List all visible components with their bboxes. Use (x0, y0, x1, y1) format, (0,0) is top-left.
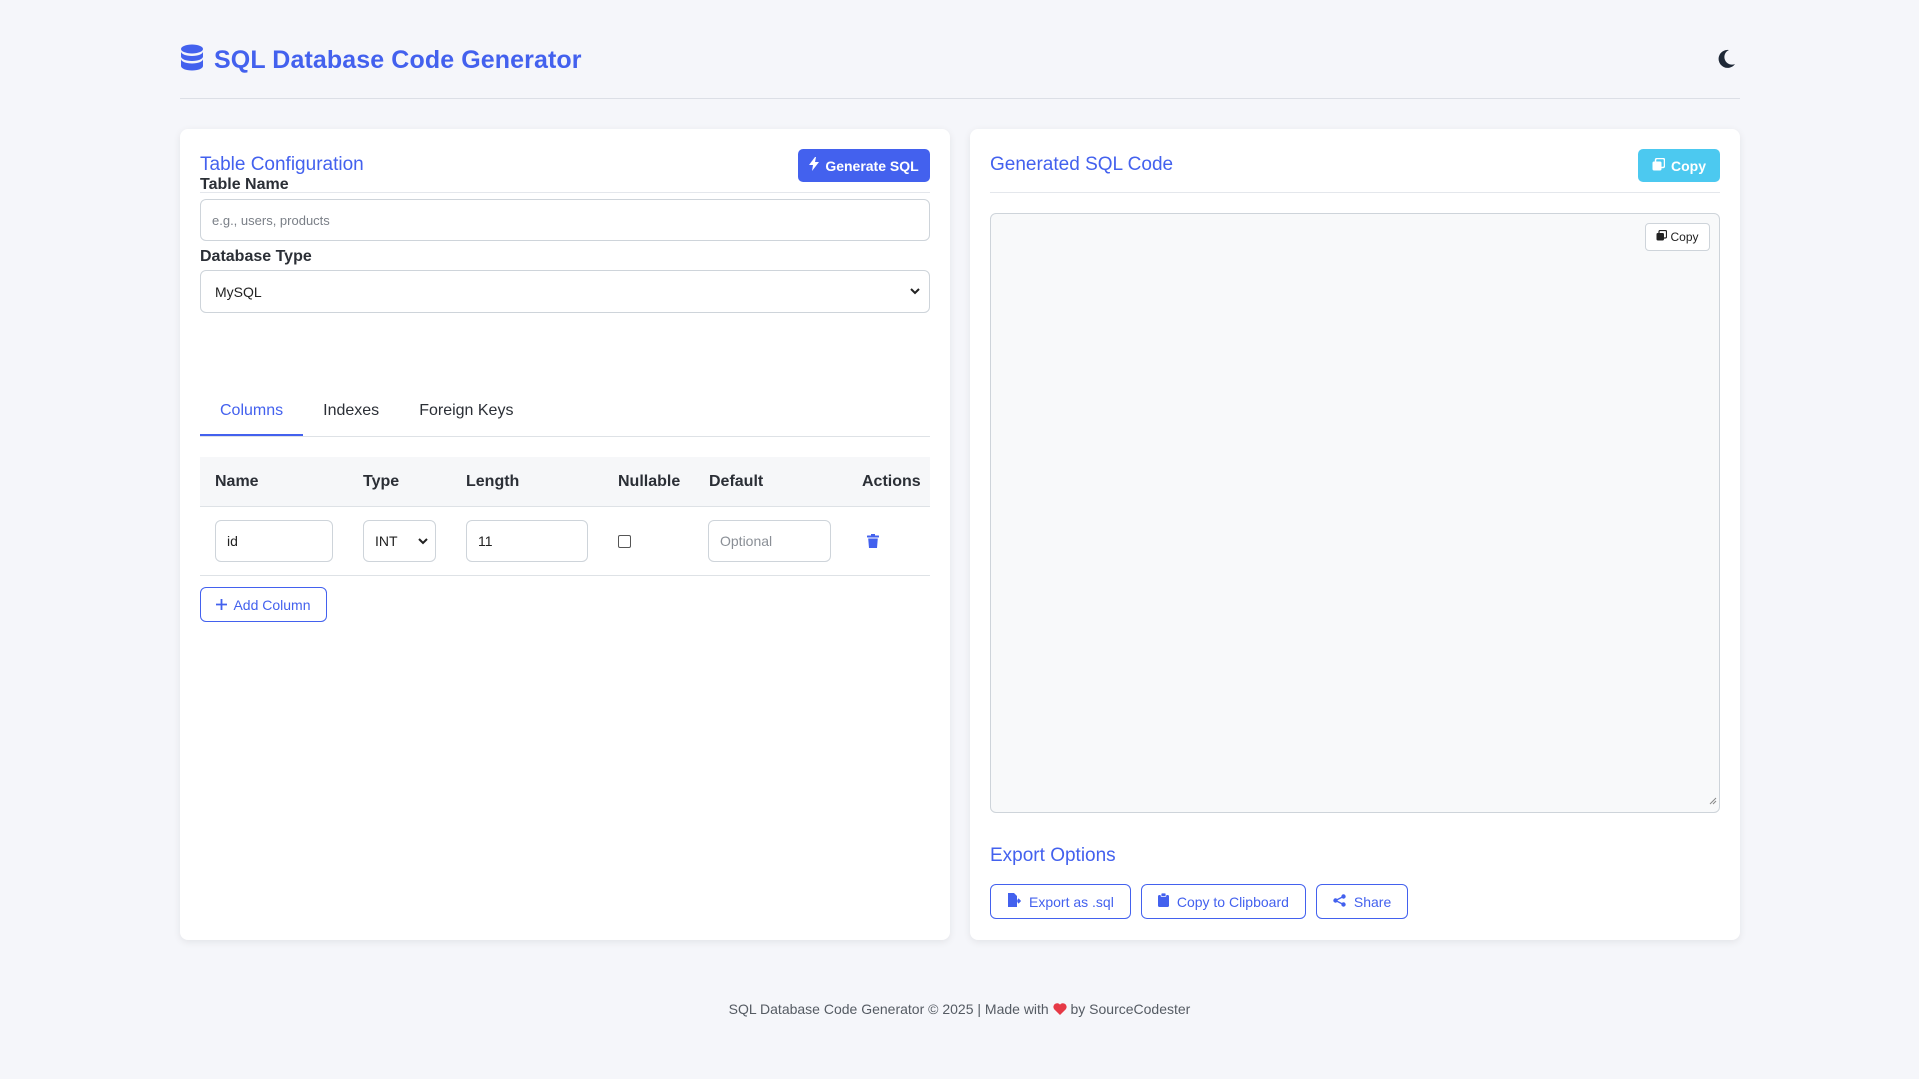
brand: SQL Database Code Generator (180, 44, 582, 77)
add-column-button[interactable]: Add Column (200, 587, 327, 622)
column-name-input[interactable]: id (215, 520, 333, 562)
column-type-value: INT (375, 533, 398, 549)
clipboard-icon (1157, 892, 1169, 910)
copy-code-label: Copy (1670, 230, 1699, 244)
copy-code-button[interactable]: Copy (1645, 223, 1710, 251)
sql-code-output[interactable]: Copy (990, 213, 1720, 813)
share-label: Share (1353, 893, 1392, 910)
generated-sql-card: Generated SQL Code Copy Copy Export Opti… (970, 129, 1740, 940)
column-length-value: 11 (478, 533, 493, 549)
column-default-input[interactable]: Optional (708, 520, 831, 562)
copy-to-clipboard-label: Copy to Clipboard (1176, 893, 1289, 910)
footer: SQL Database Code Generator © 2025 | Mad… (0, 1001, 1919, 1017)
card-title: Table Configuration (200, 154, 364, 175)
share-button[interactable]: Share (1315, 884, 1409, 919)
add-column-label: Add Column (233, 596, 311, 613)
copy-icon (1652, 157, 1666, 174)
heart-icon (1053, 1001, 1071, 1017)
database-type-value: MySQL (215, 283, 262, 300)
column-header-nullable: Nullable (618, 473, 681, 490)
column-default-placeholder: Optional (720, 533, 773, 549)
column-header-name: Name (215, 473, 259, 490)
copy-label: Copy (1671, 157, 1706, 174)
export-options-title: Export Options (990, 845, 1116, 866)
column-header-default: Default (709, 473, 764, 490)
chevron-down-icon (417, 534, 429, 551)
moon-icon (1718, 49, 1736, 74)
card-header: Generated SQL Code Copy (990, 129, 1720, 193)
card-header: Table Configuration Generate SQL (200, 129, 930, 193)
nullable-checkbox[interactable] (618, 535, 631, 548)
database-type-label: Database Type (200, 248, 312, 265)
tab-foreign-keys[interactable]: Foreign Keys (399, 387, 533, 436)
footer-text-before: SQL Database Code Generator © 2025 | Mad… (728, 1001, 1049, 1017)
column-header-actions: Actions (862, 473, 921, 490)
app-title: SQL Database Code Generator (214, 46, 582, 74)
file-export-icon (1007, 893, 1022, 910)
columns-table-header: Name Type Length Nullable Default Action… (200, 457, 930, 507)
copy-button[interactable]: Copy (1638, 149, 1720, 182)
resize-handle-icon[interactable] (1709, 792, 1717, 810)
bolt-icon (809, 157, 820, 174)
table-row: id INT 11 Optional (200, 507, 930, 576)
card-title: Generated SQL Code (990, 154, 1174, 175)
table-name-label: Table Name (200, 176, 289, 193)
copy-to-clipboard-button[interactable]: Copy to Clipboard (1140, 884, 1306, 919)
copy-icon (1656, 229, 1668, 244)
export-sql-label: Export as .sql (1029, 893, 1114, 910)
database-type-select[interactable]: MySQL (200, 270, 930, 313)
generate-sql-label: Generate SQL (825, 157, 919, 174)
column-type-select[interactable]: INT (363, 520, 436, 562)
table-configuration-card: Table Configuration Generate SQL Table N… (180, 129, 950, 940)
column-name-value: id (227, 533, 238, 549)
app-header: SQL Database Code Generator (180, 40, 1740, 99)
database-icon (180, 44, 204, 77)
export-sql-button[interactable]: Export as .sql (990, 884, 1131, 919)
tab-columns[interactable]: Columns (200, 387, 304, 436)
footer-text-after: by SourceCodester (1070, 1001, 1191, 1017)
plus-icon (216, 597, 228, 613)
chevron-down-icon (909, 284, 921, 301)
column-header-length: Length (466, 473, 520, 490)
generate-sql-button[interactable]: Generate SQL (798, 149, 930, 182)
config-tabs: Columns Indexes Foreign Keys (200, 387, 930, 437)
column-length-input[interactable]: 11 (466, 520, 588, 562)
share-icon (1333, 893, 1346, 910)
table-name-input[interactable] (200, 199, 930, 241)
columns-table: Name Type Length Nullable Default Action… (200, 457, 930, 576)
export-options: Export as .sql Copy to Clipboard Share (990, 884, 1409, 919)
theme-toggle-button[interactable] (1714, 48, 1740, 74)
column-header-type: Type (363, 473, 400, 490)
tab-indexes[interactable]: Indexes (303, 387, 399, 436)
trash-icon[interactable] (867, 534, 879, 553)
